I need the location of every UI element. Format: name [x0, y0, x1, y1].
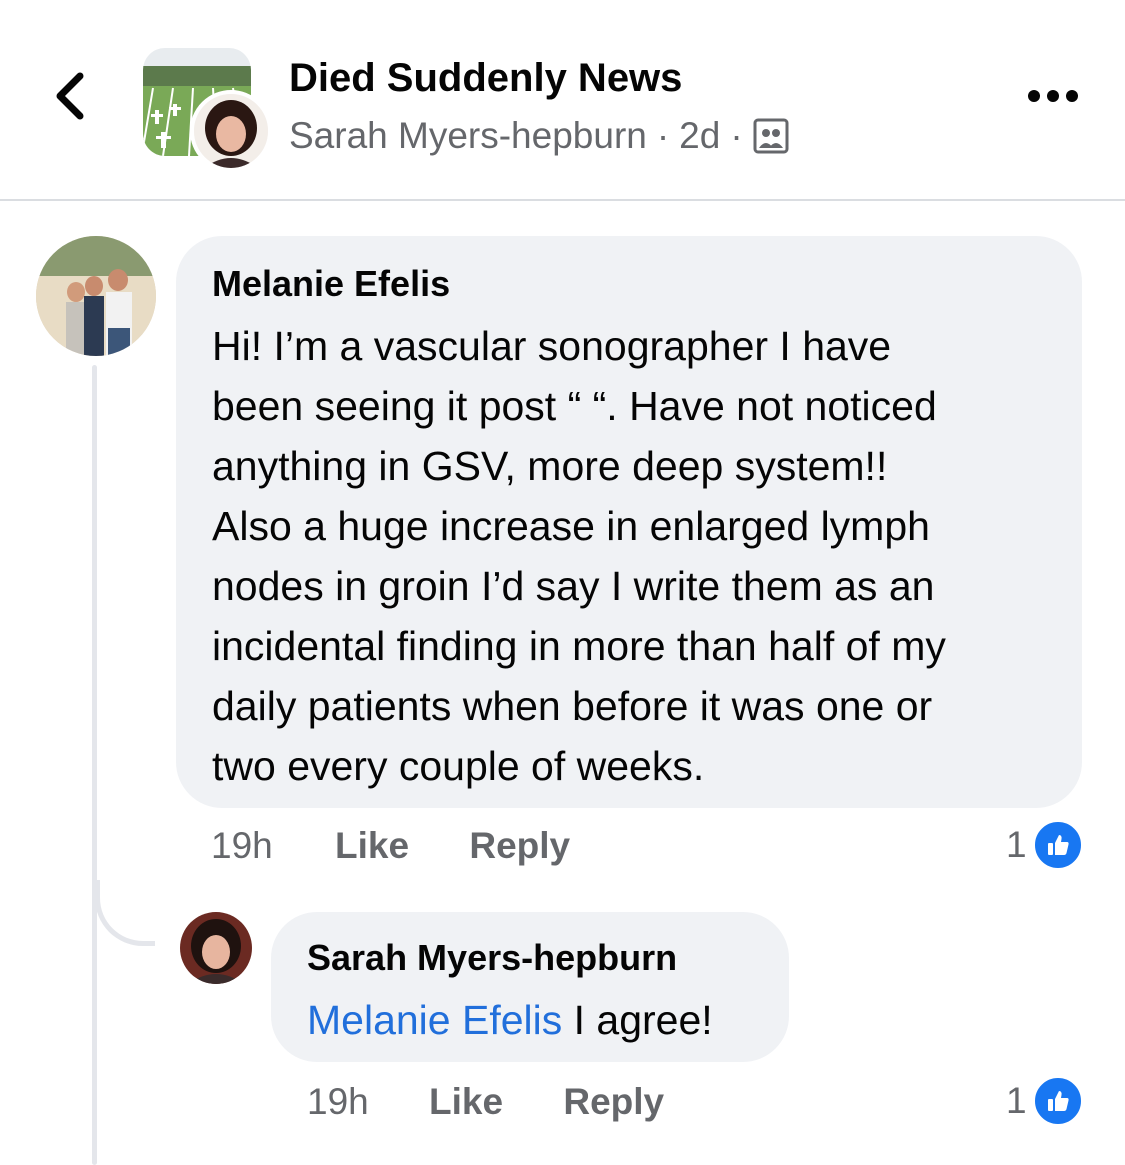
reply-button[interactable]: Reply [469, 825, 570, 866]
comment-time[interactable]: 19h [211, 825, 273, 866]
reaction-count: 1 [1006, 824, 1027, 865]
comment-text: Hi! I’m a vascular sonographer I have be… [212, 323, 946, 789]
meta-separator: · [730, 115, 743, 156]
poster-avatar [190, 90, 272, 172]
more-options-button[interactable] [1026, 86, 1080, 106]
reply-actions: 19h Like Reply [307, 1078, 664, 1126]
reply-author-avatar[interactable] [180, 912, 252, 984]
thread-line [92, 365, 97, 1165]
reply-button[interactable]: Reply [563, 1081, 664, 1122]
commenter-avatar[interactable] [36, 236, 156, 356]
post-age[interactable]: 2d [679, 112, 720, 160]
group-avatar[interactable] [143, 48, 272, 172]
comment-author[interactable]: Melanie Efelis [212, 262, 450, 306]
reply-time[interactable]: 19h [307, 1081, 369, 1122]
poster-name[interactable]: Sarah Myers-hepburn [289, 112, 647, 160]
comment-bubble: Melanie Efelis Hi! I’m a vascular sonogr… [176, 236, 1082, 808]
back-button[interactable] [48, 68, 94, 124]
like-button[interactable]: Like [335, 825, 409, 866]
like-button[interactable]: Like [429, 1081, 503, 1122]
chevron-left-icon [56, 72, 84, 120]
thumbs-up-icon [1032, 820, 1083, 870]
reaction-summary[interactable]: 1 [1006, 1076, 1083, 1126]
thumbs-up-icon [1032, 1076, 1083, 1126]
reaction-count: 1 [1006, 1080, 1027, 1121]
post-meta: Sarah Myers-hepburn · 2d · [289, 112, 789, 160]
group-members-icon [753, 118, 789, 154]
meta-separator: · [656, 115, 670, 156]
mention-link[interactable]: Melanie Efelis [307, 997, 562, 1043]
thread-connector [95, 880, 155, 946]
reply-body: I agree! [562, 997, 713, 1043]
header-divider [0, 199, 1125, 201]
more-horizontal-icon [1028, 90, 1078, 102]
reply-bubble: Sarah Myers-hepburn Melanie Efelis I agr… [271, 912, 789, 1062]
reply-text: Melanie Efelis I agree! [307, 994, 713, 1046]
comment-actions: 19h Like Reply [211, 822, 570, 870]
group-name[interactable]: Died Suddenly News [289, 52, 682, 104]
reaction-summary[interactable]: 1 [1006, 820, 1083, 870]
reply-author[interactable]: Sarah Myers-hepburn [307, 936, 677, 980]
